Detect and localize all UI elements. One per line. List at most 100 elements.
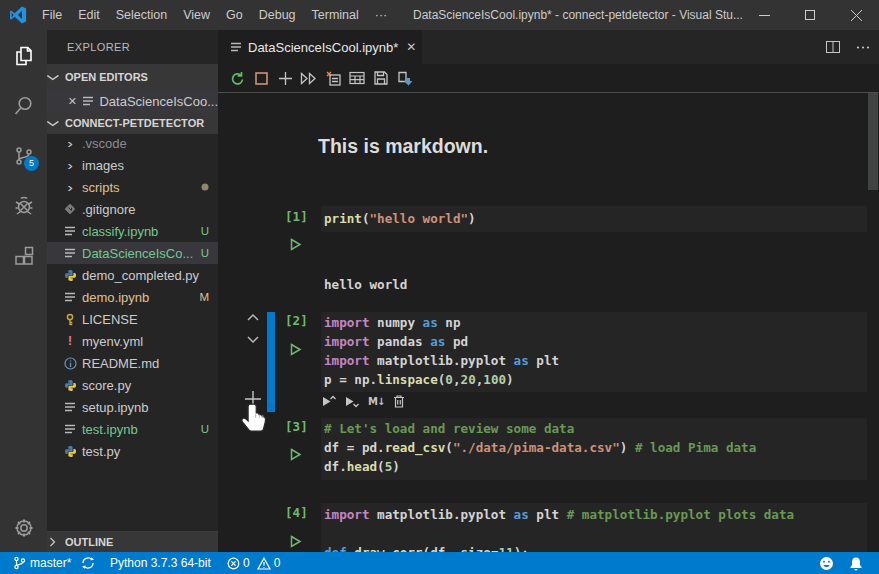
run-all-icon[interactable] <box>297 69 321 87</box>
run-cell-icon[interactable] <box>290 343 302 356</box>
more-actions-icon[interactable] <box>855 39 871 55</box>
close-icon[interactable]: ✕ <box>67 95 77 108</box>
yaml-file-icon: ! <box>68 334 72 348</box>
active-cell-bar <box>267 312 275 412</box>
search-icon[interactable] <box>12 94 36 118</box>
warning-count: 0 <box>274 556 281 570</box>
outline-header[interactable]: OUTLINE <box>47 531 218 552</box>
menu-view[interactable]: View <box>175 0 218 30</box>
python-interpreter-item[interactable]: Python 3.7.3 64-bit <box>110 552 211 574</box>
file-row-test.ipynb[interactable]: test.ipynbU <box>47 418 218 440</box>
menu-selection[interactable]: Selection <box>108 0 175 30</box>
notifications-bell-icon[interactable] <box>849 552 863 574</box>
file-row-setup.ipynb[interactable]: setup.ipynb <box>47 396 218 418</box>
minimize-button[interactable] <box>741 0 787 30</box>
file-row-score.py[interactable]: score.py <box>47 374 218 396</box>
delete-cell-icon[interactable] <box>393 394 405 408</box>
close-button[interactable] <box>833 0 879 30</box>
file-row-classify.ipynb[interactable]: classify.ipynbU <box>47 220 218 242</box>
execution-count-3: [3] <box>285 419 315 434</box>
add-cell-icon[interactable] <box>273 69 297 87</box>
move-cell-up-icon[interactable] <box>246 312 260 324</box>
code-line: import numpy as np <box>324 313 559 332</box>
code-line: import matplotlib.pyplot as plt # matplo… <box>324 505 794 524</box>
file-row-demo_completed.py[interactable]: demo_completed.py <box>47 264 218 286</box>
run-cell-icon[interactable] <box>290 448 302 461</box>
extensions-icon[interactable] <box>12 244 36 268</box>
menu-debug[interactable]: Debug <box>251 0 304 30</box>
scm-badge: 5 <box>24 156 39 171</box>
open-editors-label: OPEN EDITORS <box>65 71 148 83</box>
feedback-smiley-icon[interactable] <box>819 552 834 574</box>
code-cell-2[interactable]: import numpy as npimport pandas as pdimp… <box>321 312 867 392</box>
file-row-demo.ipynb[interactable]: demo.ipynbM <box>47 286 218 308</box>
title-bar: FileEditSelectionViewGoDebugTerminal··· … <box>0 0 879 30</box>
status-bar: master* Python 3.7.3 64-bit 0 0 <box>0 552 879 574</box>
code-cell-4[interactable]: import matplotlib.pyplot as plt # matplo… <box>321 503 867 552</box>
tab-notebook[interactable]: DataScienceIsCool.ipynb* ✕ <box>218 30 422 64</box>
run-cells-above-icon[interactable] <box>322 395 336 408</box>
export-icon[interactable] <box>393 69 417 87</box>
menu-[interactable]: ··· <box>367 0 396 30</box>
file-row-scripts[interactable]: ›scripts <box>47 176 218 198</box>
to-markdown-icon[interactable]: M↓ <box>368 396 384 407</box>
notebook-file-icon <box>230 41 242 53</box>
branch-name: master* <box>30 556 71 570</box>
git-status-badge: U <box>201 247 209 259</box>
folder-section-label: CONNECT-PETDETECTOR <box>65 117 204 129</box>
code-cell-1[interactable]: print("hello world") <box>321 206 867 232</box>
notebook-toolbar <box>218 64 879 92</box>
menu-file[interactable]: File <box>34 0 70 30</box>
file-row-README.md[interactable]: README.md <box>47 352 218 374</box>
code-line: def draw_corr(df, size=11): <box>324 543 794 552</box>
file-name: LICENSE <box>82 312 138 327</box>
chevron-right-icon: › <box>67 136 73 151</box>
file-row-test.py[interactable]: test.py <box>47 440 218 462</box>
menu-go[interactable]: Go <box>218 0 251 30</box>
menu-terminal[interactable]: Terminal <box>304 0 367 30</box>
vscode-logo-icon <box>9 6 27 24</box>
variable-explorer-icon[interactable] <box>345 69 369 87</box>
file-row-myenv.yml[interactable]: !myenv.yml <box>47 330 218 352</box>
menu-edit[interactable]: Edit <box>70 0 108 30</box>
cell-toolbar: M↓ <box>322 394 405 408</box>
open-editors-header[interactable]: OPEN EDITORS <box>47 64 218 90</box>
run-cell-icon[interactable] <box>290 535 302 548</box>
file-row-DataScienceIsCo...[interactable]: DataScienceIsCo...U <box>47 242 218 264</box>
move-cell-down-icon[interactable] <box>246 333 260 345</box>
restart-kernel-icon[interactable] <box>225 69 249 87</box>
debug-icon[interactable] <box>12 194 36 218</box>
code-cell-3[interactable]: # Let's load and review some datadf = pd… <box>321 418 867 480</box>
tab-close-icon[interactable]: ✕ <box>406 40 416 54</box>
readme-file-icon <box>64 357 77 370</box>
explorer-icon[interactable] <box>12 44 36 68</box>
folder-section-header[interactable]: CONNECT-PETDETECTOR <box>47 112 218 134</box>
split-editor-icon[interactable] <box>825 39 841 55</box>
git-modified-dot-badge <box>201 183 209 191</box>
run-cells-below-icon[interactable] <box>345 395 359 408</box>
open-editor-item[interactable]: ✕ DataScienceIsCoo... <box>47 90 218 112</box>
git-branch-item[interactable]: master* <box>13 552 71 574</box>
save-icon[interactable] <box>369 69 393 87</box>
settings-gear-icon[interactable] <box>12 516 36 540</box>
file-name: classify.ipynb <box>82 224 158 239</box>
problems-item[interactable]: 0 0 <box>227 552 280 574</box>
python-file-icon <box>64 379 77 392</box>
chevron-right-icon <box>49 537 65 547</box>
cell-output: hello world <box>324 277 407 292</box>
execution-count-1: [1] <box>285 209 315 224</box>
file-row-.gitignore[interactable]: .gitignore <box>47 198 218 220</box>
editor-divider <box>218 92 879 93</box>
file-row-images[interactable]: ›images <box>47 154 218 176</box>
editor-actions <box>825 30 871 64</box>
interrupt-kernel-icon[interactable] <box>249 69 273 87</box>
notebook-file-icon <box>64 291 76 303</box>
run-cell-icon[interactable] <box>290 238 302 251</box>
file-row-.vscode[interactable]: ›.vscode <box>47 132 218 154</box>
sync-item[interactable] <box>81 552 95 574</box>
file-row-LICENSE[interactable]: LICENSE <box>47 308 218 330</box>
insert-cell-icon[interactable] <box>321 69 345 87</box>
maximize-button[interactable] <box>787 0 833 30</box>
scrollbar-thumb[interactable] <box>868 93 878 190</box>
code-line: print("hello world") <box>324 209 476 228</box>
